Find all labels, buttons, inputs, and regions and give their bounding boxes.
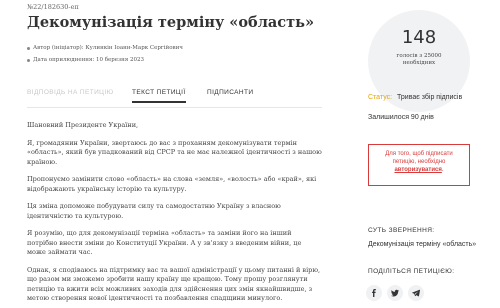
status-label: Статус: [368,94,393,101]
date-line: Дата оприлюднення: 10 березня 2023 [27,57,144,63]
bullet-icon [27,46,30,50]
signature-goal-line: голосів з 25000 [396,53,442,59]
paragraph: Я розумію, що для декомунізації терміна … [27,229,302,256]
login-link[interactable]: авторизуватися [394,167,441,173]
page-title: Декомунізація терміну «область» [27,14,315,31]
signature-count: 148 [401,27,437,48]
notice-tail: . [441,167,444,173]
notice-line: петицію, необхідно [392,159,446,165]
petition-tabs: ВІДПОВІДЬ НА ПЕТИЦІЮ ТЕКСТ ПЕТИЦІЇ ПІДПИ… [27,86,322,108]
paragraph: Шановний Президенте України, [27,121,139,129]
essence-heading: СУТЬ ЗВЕРНЕННЯ: [368,227,435,234]
date-text: Дата оприлюднення: 10 березня 2023 [33,57,144,63]
days-remaining: Залишилося 90 днів [368,114,434,121]
status-line: Статус: Триває збір підписів [368,94,462,101]
author-text: Автор (ініціатор): Кулинкін Іоанн-Марк С… [33,45,183,51]
signature-goal: голосів з 25000 необхідних [368,53,470,67]
bullet-icon [27,58,30,62]
paragraph: Ця зміна допоможе побудувати силу та сам… [27,202,281,220]
paragraph: Однак, я сподіваюсь на підтримку вас та … [27,265,321,303]
share-telegram-button[interactable] [408,285,424,301]
sign-notice: Для того, щоб підписати петицію, необхід… [368,144,470,186]
share-heading: ПОДІЛІТЬСЯ ПЕТИЦІЄЮ: [368,268,455,275]
facebook-icon [372,289,376,297]
notice-line: Для того, щоб підписати [385,151,453,157]
petition-text: Шановний Президенте України, Я, громадян… [27,121,322,308]
paragraph: Я, громадянин України, звертаюсь до вас … [27,138,322,166]
status-value: Триває збір підписів [397,94,463,101]
share-facebook-button[interactable] [366,285,382,301]
share-twitter-button[interactable] [387,285,403,301]
author-line: Автор (ініціатор): Кулинкін Іоанн-Марк С… [27,45,183,51]
tab-answer[interactable]: ВІДПОВІДЬ НА ПЕТИЦІЮ [27,89,114,96]
petition-number: №22/182630-еп [27,3,79,11]
signature-goal-line: необхідних [402,60,436,66]
tab-petition-text[interactable]: ТЕКСТ ПЕТИЦІЇ [132,89,186,103]
notice-line: авторизуватися. [369,166,469,174]
tab-signatures[interactable]: ПІДПИСАНТИ [207,89,253,96]
twitter-icon [391,289,399,297]
telegram-icon [412,289,420,297]
share-buttons [366,285,424,301]
essence-value: Декомунізація терміну «область» [368,241,477,248]
paragraph: Пропонуємо замінити слово «область» на с… [27,175,317,193]
